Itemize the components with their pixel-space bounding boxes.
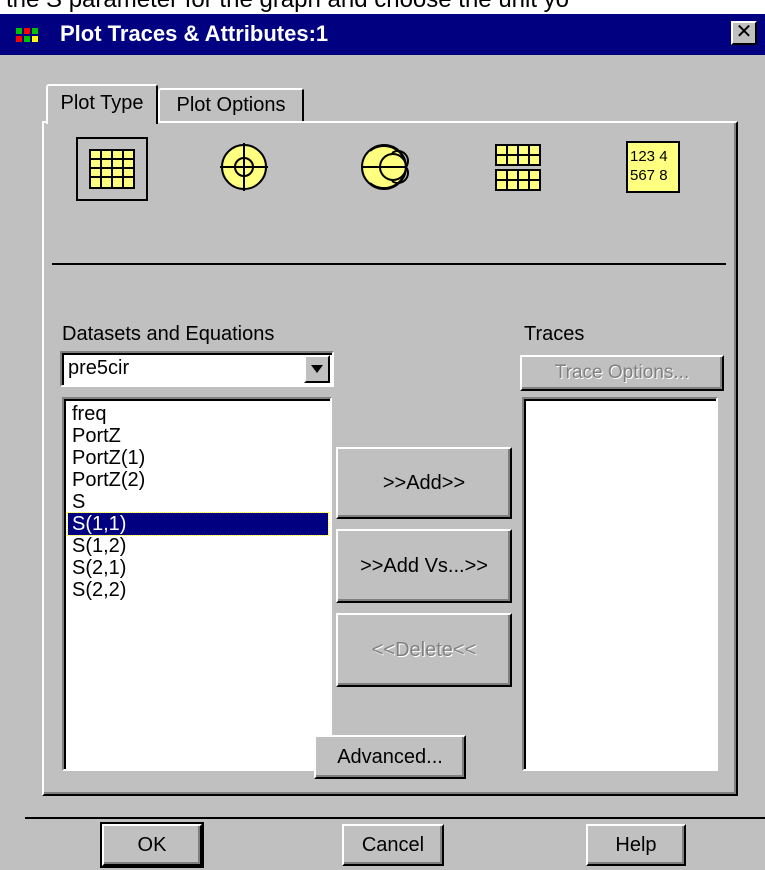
stacked-plot-option[interactable] (494, 143, 544, 193)
polar-plot-option[interactable] (216, 141, 272, 193)
title-bar: Plot Traces & Attributes:1 ✕ (0, 14, 765, 55)
help-button[interactable]: Help (586, 824, 686, 866)
ok-button[interactable]: OK (100, 822, 204, 868)
rectangular-plot-option[interactable] (76, 137, 148, 201)
list-item[interactable]: PortZ(2) (70, 469, 147, 491)
delete-button[interactable]: <<Delete<< (336, 613, 512, 687)
close-icon: ✕ (735, 21, 753, 43)
list-item[interactable]: S(2,2) (70, 579, 128, 601)
rectangular-grid-plot-icon (89, 149, 135, 189)
app-icon (16, 28, 38, 42)
plot-type-divider (52, 263, 726, 265)
plot-traces-dialog: Plot Traces & Attributes:1 ✕ Plot Type P… (0, 14, 765, 870)
traces-list[interactable] (522, 397, 718, 771)
list-plot-option[interactable]: 123 4 567 8 (626, 141, 680, 193)
list-item[interactable]: S (70, 491, 87, 513)
chevron-down-icon (311, 365, 323, 373)
datasets-list[interactable]: freq PortZ PortZ(1) PortZ(2) S S(1,1) S(… (62, 397, 332, 771)
dataset-dropdown-button[interactable] (304, 355, 330, 383)
footer-divider (25, 817, 765, 819)
polar-plot-icon (220, 143, 268, 191)
plot-type-panel: 123 4 567 8 Datasets and Equations pre5c… (42, 121, 738, 796)
list-item[interactable]: freq (70, 403, 108, 425)
advanced-button[interactable]: Advanced... (314, 735, 466, 779)
trace-options-button[interactable]: Trace Options... (520, 355, 724, 391)
list-item[interactable]: PortZ (70, 425, 123, 447)
window-title: Plot Traces & Attributes:1 (60, 21, 329, 46)
tab-plot-options-label: Plot Options (176, 94, 286, 116)
traces-label: Traces (524, 323, 585, 345)
smith-chart-icon (361, 144, 409, 190)
stacked-grid-plot-icon (495, 144, 541, 191)
datasets-label: Datasets and Equations (62, 323, 275, 345)
add-button[interactable]: >>Add>> (336, 447, 512, 519)
smith-chart-option[interactable] (356, 141, 412, 193)
dataset-select[interactable]: pre5cir (60, 351, 334, 387)
data-list-icon: 123 4 567 8 (630, 147, 678, 185)
tab-plot-type-label: Plot Type (60, 92, 144, 114)
list-icon-line-1: 123 4 (630, 148, 668, 165)
list-item[interactable]: S(2,1) (70, 557, 128, 579)
add-vs-button[interactable]: >>Add Vs...>> (336, 529, 512, 603)
close-button[interactable]: ✕ (731, 21, 757, 45)
list-item[interactable]: S(1,2) (70, 535, 128, 557)
cancel-button[interactable]: Cancel (342, 824, 444, 866)
background-caption-text: the S parameter for the graph and choose… (0, 0, 765, 14)
list-item-selected[interactable]: S(1,1) (67, 512, 329, 536)
tab-plot-options[interactable]: Plot Options (158, 88, 304, 122)
list-item[interactable]: PortZ(1) (70, 447, 147, 469)
dataset-select-value: pre5cir (68, 357, 130, 379)
tab-plot-type[interactable]: Plot Type (46, 84, 158, 124)
list-icon-line-2: 567 8 (630, 167, 668, 184)
